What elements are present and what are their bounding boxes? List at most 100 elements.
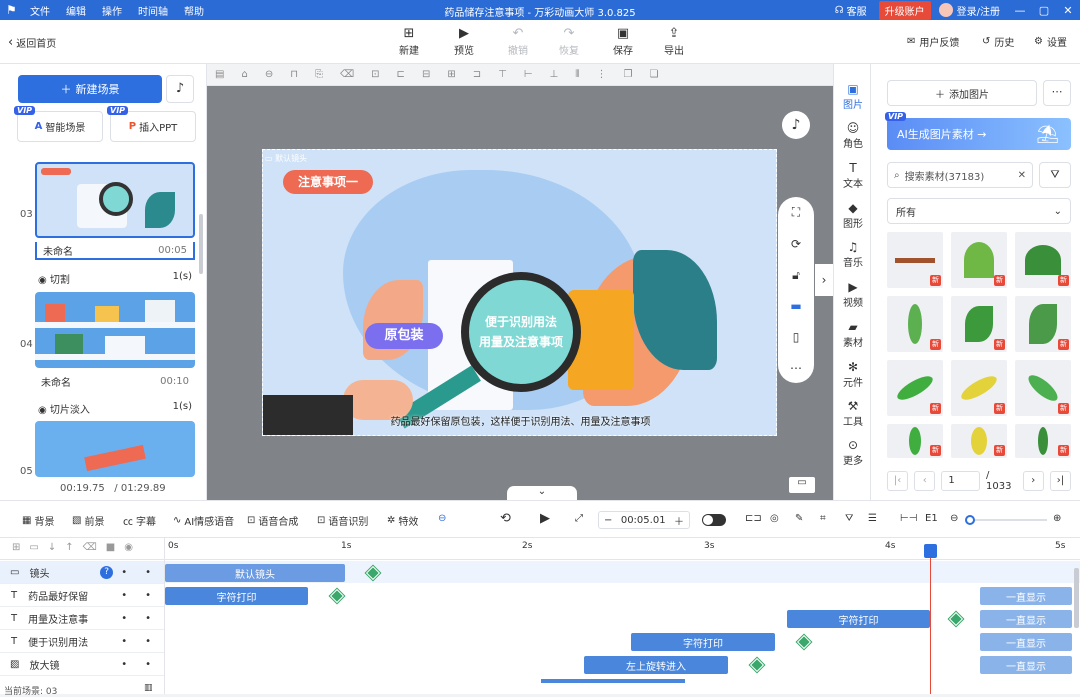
asset-item[interactable]: 新: [951, 424, 1007, 458]
upgrade-button[interactable]: 升级账户: [878, 0, 931, 20]
category-component[interactable]: ✻ 元件: [834, 360, 872, 389]
asset-item[interactable]: 新: [887, 296, 943, 352]
title-badge[interactable]: 注意事项一: [283, 170, 373, 194]
settings-button[interactable]: ⚙ 设置: [1034, 34, 1067, 49]
track-camera[interactable]: ▭ 镜头 ? • •: [0, 561, 165, 584]
service-link[interactable]: 客服: [847, 3, 867, 18]
filter-button[interactable]: ⛛: [1039, 162, 1071, 188]
track-text-2[interactable]: T 用量及注意事 • •: [0, 607, 165, 630]
rotate-icon[interactable]: ⟳: [791, 237, 801, 251]
trash-icon[interactable]: ⌫: [340, 69, 354, 80]
screenshot-icon[interactable]: ◎: [770, 513, 779, 524]
first-page-icon[interactable]: |‹: [887, 471, 909, 491]
distribute-v-icon[interactable]: ⋮: [596, 69, 606, 80]
visibility-dot[interactable]: •: [145, 590, 151, 601]
clear-icon[interactable]: ✕: [1018, 170, 1026, 181]
original-package-tag[interactable]: 原包装: [365, 323, 443, 349]
more-icon[interactable]: ⋯: [790, 361, 802, 375]
new-scene-button[interactable]: ＋新建场景: [18, 75, 162, 103]
fit-icon[interactable]: ⊡: [371, 69, 379, 80]
export-button[interactable]: ⇪ 导出: [654, 26, 694, 57]
align-right-icon[interactable]: ⊐: [473, 69, 481, 80]
headset-icon[interactable]: ☊: [835, 5, 844, 16]
ai-voice-button[interactable]: ∿ AI情感语音: [173, 513, 234, 528]
visibility-dot[interactable]: •: [145, 659, 151, 670]
chevron-down-icon[interactable]: ⌄: [507, 486, 577, 500]
scrollbar[interactable]: [1074, 568, 1079, 628]
clip-camera[interactable]: 默认镜头: [165, 564, 345, 582]
lock-icon[interactable]: ■: [106, 542, 115, 553]
trash-icon[interactable]: ⌫: [83, 542, 97, 553]
playhead-handle[interactable]: [924, 544, 937, 558]
more-circle-icon[interactable]: ⊖: [265, 69, 273, 80]
clip-rotate-in[interactable]: 左上旋转进入: [584, 656, 728, 674]
smart-scene-button[interactable]: VIP A 智能场景: [14, 106, 103, 142]
asset-item[interactable]: 新: [951, 232, 1007, 288]
asset-item[interactable]: 新: [1015, 424, 1071, 458]
lock-dot[interactable]: •: [121, 636, 127, 647]
home-icon[interactable]: ⌂: [241, 69, 247, 80]
category-music[interactable]: ♫ 音乐: [834, 240, 872, 269]
lock-dot[interactable]: •: [121, 590, 127, 601]
clip-type-print[interactable]: 字符打印: [787, 610, 930, 628]
playhead[interactable]: [930, 544, 931, 694]
category-tools[interactable]: ⚒ 工具: [834, 399, 872, 428]
minus-icon[interactable]: −: [604, 515, 612, 526]
zoom-slider[interactable]: [965, 515, 1047, 525]
close-icon[interactable]: ✕: [1056, 4, 1080, 17]
rewind-icon[interactable]: ⟲: [500, 511, 511, 526]
more-button[interactable]: ⋯: [1043, 80, 1071, 106]
category-image[interactable]: ▣ 图片: [834, 82, 872, 111]
prev-page-icon[interactable]: ‹: [914, 471, 936, 491]
zoom-out-icon[interactable]: ⊖: [950, 513, 958, 524]
camera-tool-icon[interactable]: ⊏⊐: [745, 513, 762, 524]
clip-always-show[interactable]: 一直显示: [980, 656, 1072, 674]
undo-button[interactable]: ↶ 撤销: [498, 26, 538, 57]
align-left-icon[interactable]: ⊏: [397, 69, 405, 80]
zoom-slider-thumb[interactable]: [965, 515, 975, 525]
asset-item[interactable]: 新: [951, 296, 1007, 352]
effects-button[interactable]: ✲ 特效: [387, 513, 418, 528]
foreground-button[interactable]: ▧ 前景: [72, 513, 104, 528]
transition-03[interactable]: ◉ 切割 1(s): [38, 271, 192, 286]
phone-icon[interactable]: ▯: [793, 330, 800, 344]
category-text[interactable]: T 文本: [834, 161, 872, 190]
asset-item[interactable]: 新: [1015, 296, 1071, 352]
next-page-icon[interactable]: ›: [1022, 471, 1044, 491]
save-button[interactable]: ▣ 保存: [603, 26, 643, 57]
add-keyframe-icon[interactable]: [796, 634, 812, 650]
lock-icon[interactable]: 🔓︎: [792, 268, 800, 283]
lock-dot[interactable]: •: [121, 613, 127, 624]
asset-item[interactable]: 新: [887, 232, 943, 288]
asset-item[interactable]: 新: [951, 360, 1007, 416]
asset-item[interactable]: 新: [1015, 360, 1071, 416]
edit-icon[interactable]: ✎: [795, 513, 803, 524]
new-button[interactable]: ⊞ 新建: [389, 26, 429, 57]
send-back-icon[interactable]: ❏: [649, 69, 658, 80]
last-page-icon[interactable]: ›|: [1049, 471, 1072, 491]
redo-button[interactable]: ↷ 恢复: [549, 26, 589, 57]
align-middle-icon[interactable]: ⊢: [524, 69, 533, 80]
login-link[interactable]: 登录/注册: [957, 3, 1000, 18]
clip-partial[interactable]: [541, 679, 685, 683]
add-keyframe-icon[interactable]: [948, 611, 964, 627]
feedback-button[interactable]: ✉ 用户反馈: [907, 34, 959, 49]
subtitle-button[interactable]: ㏄字幕: [123, 513, 156, 528]
clip-always-show[interactable]: 一直显示: [980, 633, 1072, 651]
align-hcenter-icon[interactable]: ⊞: [447, 69, 455, 80]
minimap-icon[interactable]: ▭: [789, 477, 815, 493]
move-up-icon[interactable]: ↑: [65, 542, 73, 553]
lock-dot[interactable]: •: [121, 567, 127, 578]
book-icon[interactable]: ▥: [144, 683, 153, 693]
visibility-dot[interactable]: •: [145, 636, 151, 647]
background-button[interactable]: ▦ 背景: [22, 513, 54, 528]
category-role[interactable]: ☺ 角色: [834, 121, 872, 150]
collapse-right-icon[interactable]: ›: [815, 264, 833, 296]
minimize-icon[interactable]: —: [1008, 4, 1032, 17]
music-note-icon[interactable]: ♪: [782, 111, 810, 139]
time-stepper[interactable]: − 00:05.01 ＋: [598, 511, 690, 529]
bring-front-icon[interactable]: ❐: [623, 69, 632, 80]
add-image-button[interactable]: ＋添加图片: [887, 80, 1037, 106]
track-text-3[interactable]: T 便于识别用法 • •: [0, 630, 165, 653]
back-home-button[interactable]: ‹ 返回首页: [8, 35, 56, 50]
